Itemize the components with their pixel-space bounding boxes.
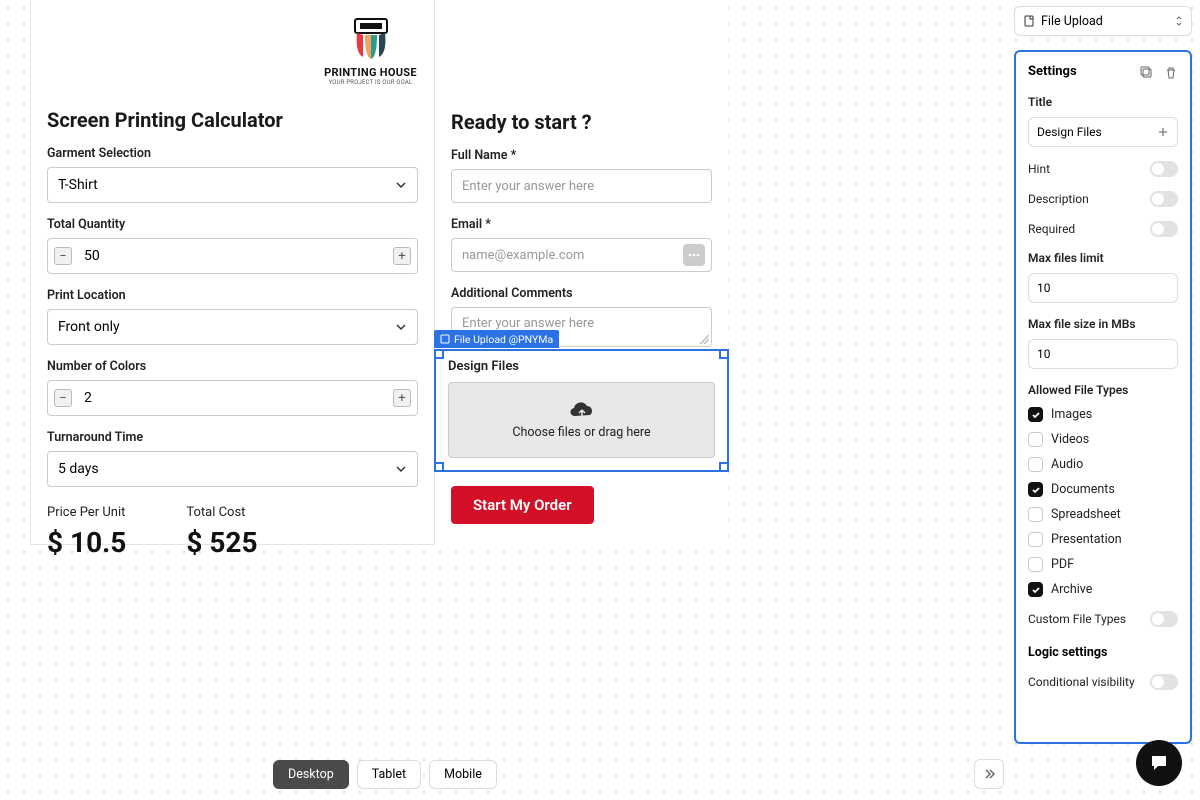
chevron-down-icon xyxy=(395,463,407,475)
ppu-value: $ 10.5 xyxy=(47,526,126,559)
cloud-upload-icon xyxy=(568,401,596,421)
description-toggle[interactable] xyxy=(1150,191,1178,207)
required-label: Required xyxy=(1028,222,1075,236)
filetype-row[interactable]: Images xyxy=(1028,407,1178,422)
filetype-label: Spreadsheet xyxy=(1051,507,1121,522)
submit-button[interactable]: Start My Order xyxy=(451,486,594,524)
checkbox[interactable] xyxy=(1028,432,1043,447)
checkbox[interactable] xyxy=(1028,457,1043,472)
conditional-label: Conditional visibility xyxy=(1028,675,1135,689)
turn-select[interactable]: 5 days xyxy=(47,451,418,487)
filetypes-label: Allowed File Types xyxy=(1028,383,1178,397)
resize-handle-icon[interactable] xyxy=(699,334,709,344)
filetype-row[interactable]: Archive xyxy=(1028,582,1178,597)
hint-toggle[interactable] xyxy=(1150,161,1178,177)
hint-label: Hint xyxy=(1028,162,1050,176)
element-type-select[interactable]: File Upload xyxy=(1014,6,1192,36)
desktop-tab[interactable]: Desktop xyxy=(273,760,349,789)
title-label: Title xyxy=(1028,95,1178,109)
tablet-tab[interactable]: Tablet xyxy=(357,760,421,789)
file-icon xyxy=(440,334,450,344)
filetype-row[interactable]: PDF xyxy=(1028,557,1178,572)
loc-select[interactable]: Front only xyxy=(47,309,418,345)
custom-types-toggle[interactable] xyxy=(1150,611,1178,627)
logic-heading: Logic settings xyxy=(1028,645,1178,660)
file-title: Design Files xyxy=(448,359,715,374)
filetype-label: Archive xyxy=(1051,582,1092,597)
brand-logo: PRINTING HOUSE YOUR PROJECT IS OUR GOAL xyxy=(323,0,418,86)
checkbox[interactable] xyxy=(1028,482,1043,497)
chevron-down-icon xyxy=(395,321,407,333)
checkbox[interactable] xyxy=(1028,582,1043,597)
checkbox[interactable] xyxy=(1028,407,1043,422)
email-options-icon[interactable] xyxy=(683,244,705,266)
turn-label: Turnaround Time xyxy=(47,430,418,445)
properties-sidebar: File Upload Settings Title Design Files … xyxy=(1014,6,1192,744)
maxfiles-label: Max files limit xyxy=(1028,251,1178,265)
maxsize-input[interactable]: 10 xyxy=(1028,339,1178,369)
file-dropzone[interactable]: Choose files or drag here xyxy=(448,382,715,458)
title-input[interactable]: Design Files xyxy=(1028,117,1178,147)
custom-types-label: Custom File Types xyxy=(1028,612,1126,626)
filetype-label: Images xyxy=(1051,407,1092,422)
colors-stepper[interactable]: − 2 + xyxy=(47,380,418,416)
colors-plus-button[interactable]: + xyxy=(387,381,417,415)
conditional-toggle[interactable] xyxy=(1150,674,1178,690)
checkbox[interactable] xyxy=(1028,507,1043,522)
email-input[interactable]: name@example.com xyxy=(451,238,712,272)
checkbox[interactable] xyxy=(1028,532,1043,547)
filetype-label: Audio xyxy=(1051,457,1083,472)
description-label: Description xyxy=(1028,192,1089,206)
checkbox[interactable] xyxy=(1028,557,1043,572)
expand-button[interactable] xyxy=(974,759,1004,789)
maxfiles-input[interactable]: 10 xyxy=(1028,273,1178,303)
filetype-row[interactable]: Presentation xyxy=(1028,532,1178,547)
total-label: Total Cost xyxy=(186,505,257,520)
file-icon xyxy=(1023,15,1035,27)
name-label: Full Name * xyxy=(451,148,712,163)
colors-label: Number of Colors xyxy=(47,359,418,374)
filetype-row[interactable]: Documents xyxy=(1028,482,1178,497)
garment-select[interactable]: T-Shirt xyxy=(47,167,418,203)
comments-label: Additional Comments xyxy=(451,286,712,301)
colors-minus-button[interactable]: − xyxy=(48,381,78,415)
filetype-label: Presentation xyxy=(1051,532,1122,547)
filetype-label: Videos xyxy=(1051,432,1089,447)
qty-plus-button[interactable]: + xyxy=(387,239,417,273)
duplicate-icon[interactable] xyxy=(1140,65,1154,79)
chat-launcher[interactable] xyxy=(1136,740,1182,786)
loc-label: Print Location xyxy=(47,288,418,303)
required-toggle[interactable] xyxy=(1150,221,1178,237)
name-input[interactable]: Enter your answer here xyxy=(451,169,712,203)
filetype-row[interactable]: Audio xyxy=(1028,457,1178,472)
qty-stepper[interactable]: − 50 + xyxy=(47,238,418,274)
sort-icon xyxy=(1175,15,1183,27)
form-canvas: PRINTING HOUSE YOUR PROJECT IS OUR GOAL … xyxy=(30,0,728,545)
total-value: $ 525 xyxy=(186,526,257,559)
chevron-right-icon xyxy=(982,767,996,781)
mobile-tab[interactable]: Mobile xyxy=(429,760,497,789)
chat-icon xyxy=(1148,752,1170,774)
email-label: Email * xyxy=(451,217,712,232)
delete-icon[interactable] xyxy=(1164,65,1178,79)
file-upload-block[interactable]: Design Files Choose files or drag here xyxy=(434,349,729,472)
filetype-label: PDF xyxy=(1051,557,1074,572)
plus-icon[interactable] xyxy=(1157,126,1169,138)
viewport-switcher: Desktop Tablet Mobile xyxy=(273,760,497,789)
form-heading: Ready to start ? xyxy=(451,110,712,134)
maxsize-label: Max file size in MBs xyxy=(1028,317,1178,331)
ppu-label: Price Per Unit xyxy=(47,505,126,520)
calculator-heading: Screen Printing Calculator xyxy=(47,108,418,132)
garment-label: Garment Selection xyxy=(47,146,418,161)
chevron-down-icon xyxy=(395,179,407,191)
calculator-panel: PRINTING HOUSE YOUR PROJECT IS OUR GOAL … xyxy=(30,0,435,545)
qty-minus-button[interactable]: − xyxy=(48,239,78,273)
qty-label: Total Quantity xyxy=(47,217,418,232)
form-panel: Ready to start ? Full Name * Enter your … xyxy=(435,0,728,545)
selected-element-tag[interactable]: File Upload @PNYMa xyxy=(434,330,559,348)
filetype-label: Documents xyxy=(1051,482,1115,497)
settings-heading: Settings xyxy=(1028,64,1077,79)
filetype-row[interactable]: Spreadsheet xyxy=(1028,507,1178,522)
filetype-row[interactable]: Videos xyxy=(1028,432,1178,447)
